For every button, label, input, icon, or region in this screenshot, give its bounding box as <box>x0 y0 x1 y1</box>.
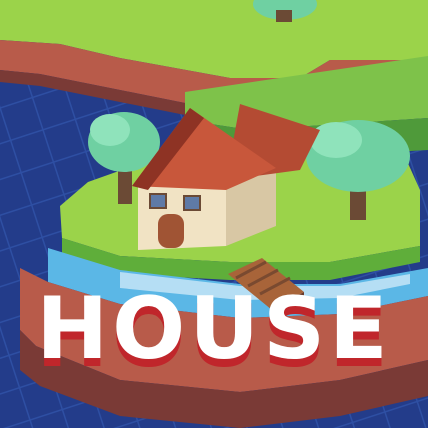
title-text: HOUSE <box>36 280 392 379</box>
title-overlay: HOUSE HOUSE <box>0 280 428 400</box>
title-svg: HOUSE HOUSE <box>36 280 392 387</box>
